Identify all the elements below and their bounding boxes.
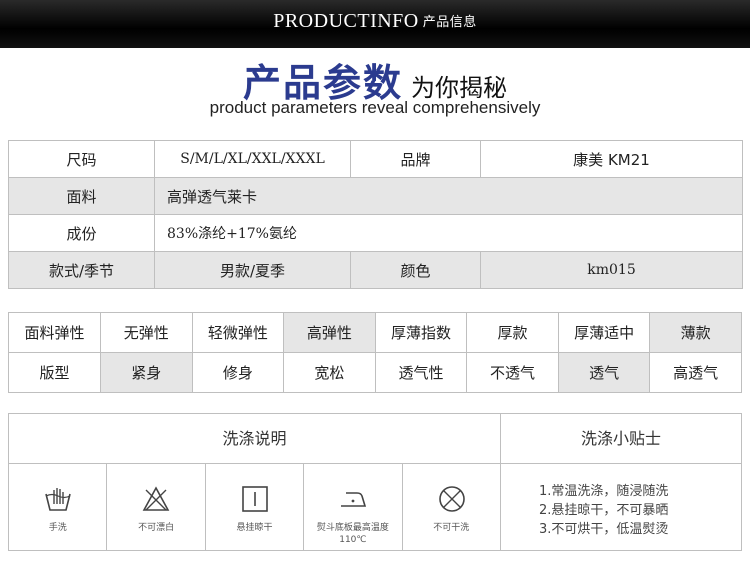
top-banner: PRODUCTINFO 产品信息	[0, 0, 750, 48]
hero: 产品参数 为你揭秘 product parameters reveal compr…	[0, 50, 750, 120]
wash-tips: 1.常温洗涤，随浸随洗 2.悬挂晾干，不可暴晒 3.不可烘干，低温熨烫	[539, 484, 669, 537]
parameters-table: 尺码 S/M/L/XL/XXL/XXXL 品牌 康美 KM21 面料 高弹透气莱…	[8, 140, 743, 289]
no-dry-clean-icon	[438, 486, 465, 512]
hero-subtitle: product parameters reveal comprehensivel…	[209, 98, 541, 117]
hang-dry-icon	[241, 486, 268, 512]
attributes-table: 面料弹性 无弹性 轻微弹性 高弹性 厚薄指数 厚款 厚薄适中 薄款 版型 紧身 …	[8, 312, 742, 393]
iron-icon	[341, 492, 367, 507]
hand-wash-icon	[45, 488, 71, 511]
banner-title: PRODUCTINFO 产品信息	[273, 10, 477, 32]
wash-section: 洗涤说明 洗涤小贴士 手洗 不可漂白 悬挂晾干 熨斗底板最高温度110℃ 不可干…	[8, 413, 742, 551]
no-bleach-icon	[143, 486, 170, 511]
